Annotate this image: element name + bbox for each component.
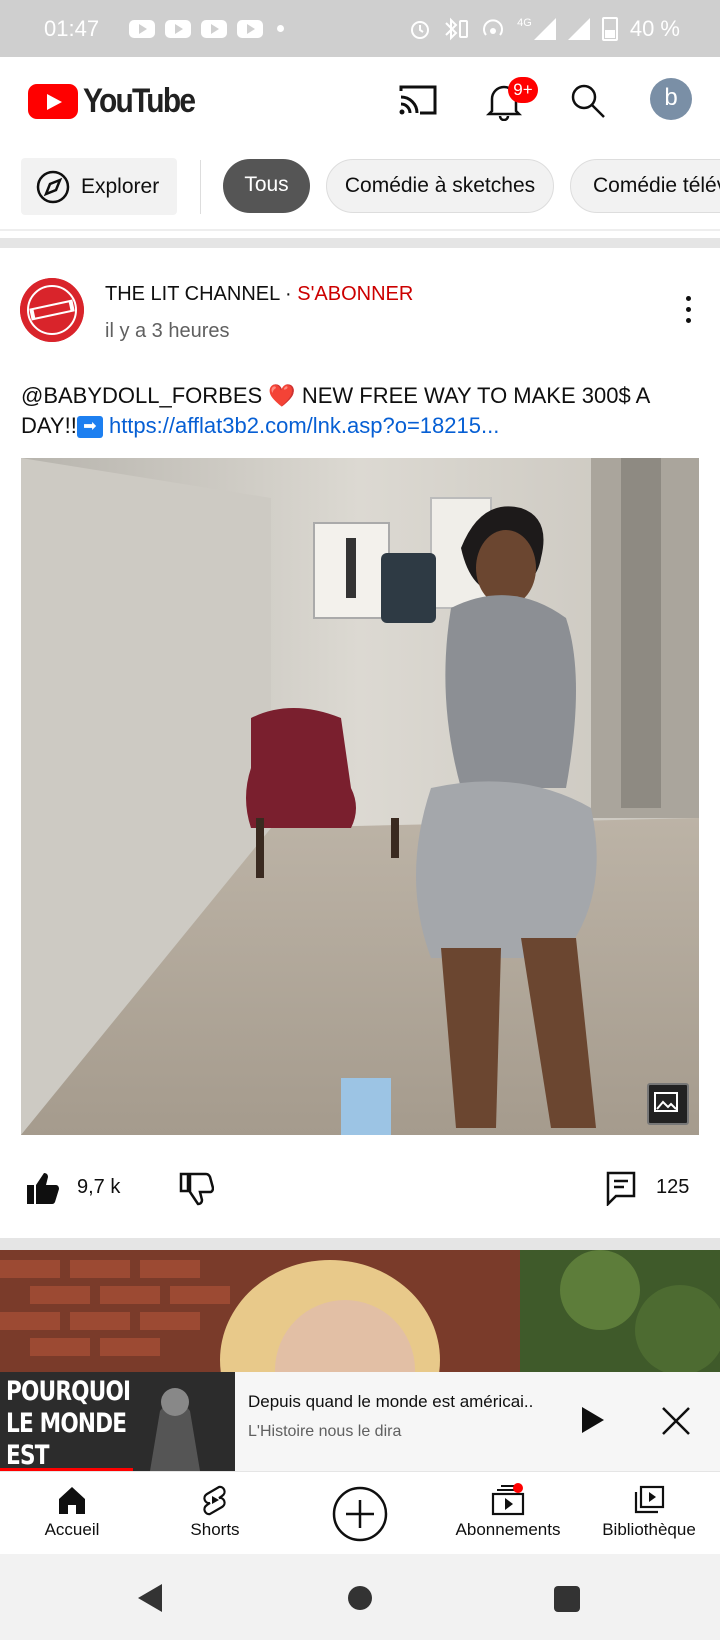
network-type: 4G <box>517 16 532 29</box>
play-icon[interactable] <box>580 1405 606 1435</box>
divider <box>0 1238 720 1250</box>
nav-home[interactable]: Accueil <box>22 1472 122 1555</box>
separator: · <box>279 283 298 305</box>
dislike-icon[interactable] <box>178 1170 214 1206</box>
chip-tv-comedy[interactable]: Comédie télév <box>570 159 720 213</box>
hotspot-icon <box>483 18 504 36</box>
signal-icon <box>533 17 556 40</box>
search-icon[interactable] <box>568 81 608 121</box>
youtube-notification-icon <box>129 19 156 38</box>
system-navigation <box>0 1554 720 1640</box>
nav-subscriptions-label: Abonnements <box>455 1520 561 1539</box>
nav-subscriptions[interactable]: Abonnements <box>443 1472 573 1555</box>
chip-divider <box>200 160 201 214</box>
youtube-logo[interactable]: YouTube <box>28 82 209 121</box>
nav-home-label: Accueil <box>44 1520 100 1539</box>
thumbnail-title-text: POURQUOI LE MONDE EST AMÉRICAIN <box>6 1376 131 1471</box>
battery-level: 40 % <box>629 15 680 41</box>
youtube-notification-icon <box>201 19 228 38</box>
category-chips: Explorer Tous Comédie à sketches Comédie… <box>0 143 720 231</box>
photo-illustration <box>21 458 699 1135</box>
notification-badge: 9+ <box>508 77 538 103</box>
home-icon <box>59 1487 85 1514</box>
youtube-play-icon <box>28 84 78 119</box>
heart-emoji: ❤️ <box>268 383 296 408</box>
community-post: THE LIT CHANNEL · S'ABONNER il y a 3 heu… <box>0 248 720 1238</box>
nav-library[interactable]: Bibliothèque <box>592 1472 706 1555</box>
video-thumbnail[interactable] <box>0 1250 720 1372</box>
cast-icon[interactable] <box>398 83 438 117</box>
app-name: YouTube <box>83 82 196 120</box>
more-notifications-icon <box>277 25 285 32</box>
bottom-navigation: Accueil Shorts Abonnements Bibliothèque <box>0 1471 720 1555</box>
divider <box>0 238 720 248</box>
post-time: il y a 3 heures <box>105 320 230 342</box>
chip-sketch-comedy[interactable]: Comédie à sketches <box>326 159 554 213</box>
explore-button[interactable]: Explorer <box>21 158 177 215</box>
subscribe-button[interactable]: S'ABONNER <box>297 283 413 305</box>
channel-logo-icon <box>20 278 84 342</box>
alarm-icon <box>411 20 430 39</box>
like-count: 9,7 k <box>77 1176 121 1198</box>
post-image[interactable] <box>21 458 699 1135</box>
thumbnail-illustration <box>0 1250 720 1372</box>
miniplayer-title: Depuis quand le monde est américai.. <box>248 1392 534 1411</box>
chip-all[interactable]: Tous <box>223 159 310 213</box>
status-time: 01:47 <box>44 15 100 41</box>
youtube-notification-icon <box>237 19 264 38</box>
channel-name[interactable]: THE LIT CHANNEL <box>105 283 279 305</box>
status-bar: 01:47 4G 40 % <box>0 0 720 57</box>
comment-count: 125 <box>656 1176 690 1198</box>
recents-icon[interactable] <box>554 1586 580 1612</box>
image-icon <box>647 1083 689 1125</box>
arrow-emoji: ➡ <box>76 416 103 438</box>
miniplayer[interactable]: POURQUOI LE MONDE EST AMÉRICAIN Depuis q… <box>0 1372 720 1471</box>
new-content-dot <box>513 1483 523 1493</box>
close-icon[interactable] <box>660 1405 692 1437</box>
post-actions: 9,7 k 125 <box>0 1168 720 1228</box>
explore-label: Explorer <box>81 174 160 198</box>
compass-icon <box>36 170 70 203</box>
nav-library-label: Bibliothèque <box>602 1520 696 1539</box>
create-icon[interactable] <box>332 1486 388 1542</box>
post-text: @BABYDOLL_FORBES ❤️ NEW FREE WAY TO MAKE… <box>21 381 691 441</box>
back-icon[interactable] <box>138 1584 162 1612</box>
nav-shorts[interactable]: Shorts <box>165 1472 265 1555</box>
library-icon <box>634 1485 665 1514</box>
channel-line: THE LIT CHANNEL · S'ABONNER <box>105 283 413 306</box>
comment-icon[interactable] <box>605 1170 637 1206</box>
account-avatar[interactable]: b <box>650 78 692 120</box>
miniplayer-channel: L'Histoire nous le dira <box>248 1423 402 1440</box>
channel-avatar[interactable] <box>20 278 84 342</box>
like-icon[interactable] <box>24 1170 60 1206</box>
battery-icon <box>601 16 618 41</box>
post-text-start: @BABYDOLL_FORBES <box>21 383 269 408</box>
youtube-notification-icon <box>165 19 192 38</box>
post-link[interactable]: https://afflat3b2.com/lnk.asp?o=18215... <box>109 413 499 438</box>
more-vert-icon[interactable] <box>682 296 694 330</box>
system-home-icon[interactable] <box>348 1586 372 1610</box>
signal-icon <box>567 17 590 40</box>
bluetooth-battery-icon <box>445 17 469 40</box>
app-header: YouTube 9+ b <box>0 57 720 144</box>
nav-shorts-label: Shorts <box>190 1520 240 1539</box>
miniplayer-thumbnail[interactable]: POURQUOI LE MONDE EST AMÉRICAIN <box>0 1372 235 1471</box>
shorts-icon <box>203 1485 226 1516</box>
